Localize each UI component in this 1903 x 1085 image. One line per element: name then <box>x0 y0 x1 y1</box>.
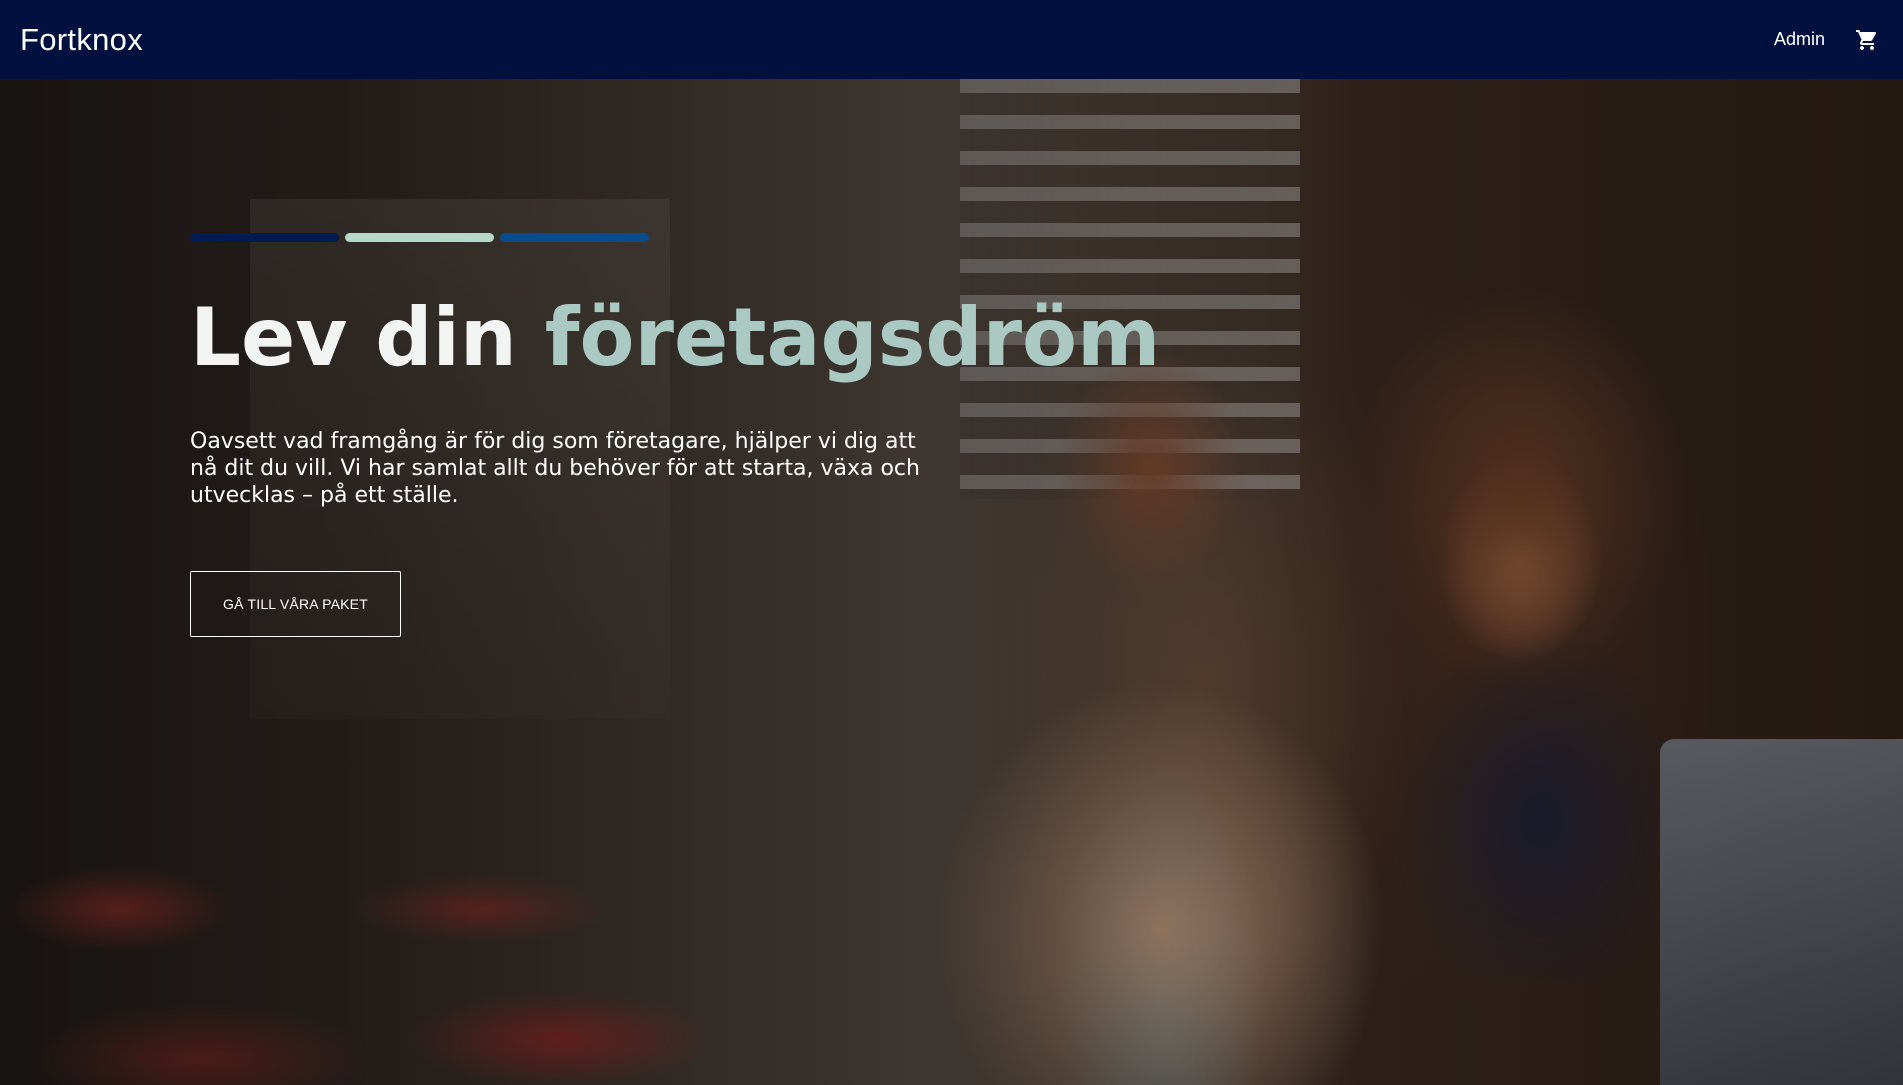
hero-headline: Lev din företagsdröm <box>190 294 1190 382</box>
shopping-cart-icon[interactable] <box>1855 28 1879 52</box>
headline-part-1: Lev din <box>190 291 545 384</box>
headline-part-2: företagsdröm <box>544 291 1161 384</box>
admin-link[interactable]: Admin <box>1774 29 1825 50</box>
hero-description: Oavsett vad framgång är för dig som före… <box>190 429 920 508</box>
brand-logo[interactable]: Fortknox <box>20 22 143 58</box>
progress-bar-2[interactable] <box>345 233 494 242</box>
slide-progress-indicator <box>190 233 1190 242</box>
nav-actions: Admin <box>1774 28 1879 52</box>
progress-bar-3[interactable] <box>500 233 649 242</box>
packages-cta-button[interactable]: GÅ TILL VÅRA PAKET <box>190 571 401 637</box>
hero-content: Lev din företagsdröm Oavsett vad framgån… <box>190 233 1190 637</box>
progress-bar-1[interactable] <box>190 233 339 242</box>
top-navigation-bar: Fortknox Admin <box>0 0 1903 79</box>
